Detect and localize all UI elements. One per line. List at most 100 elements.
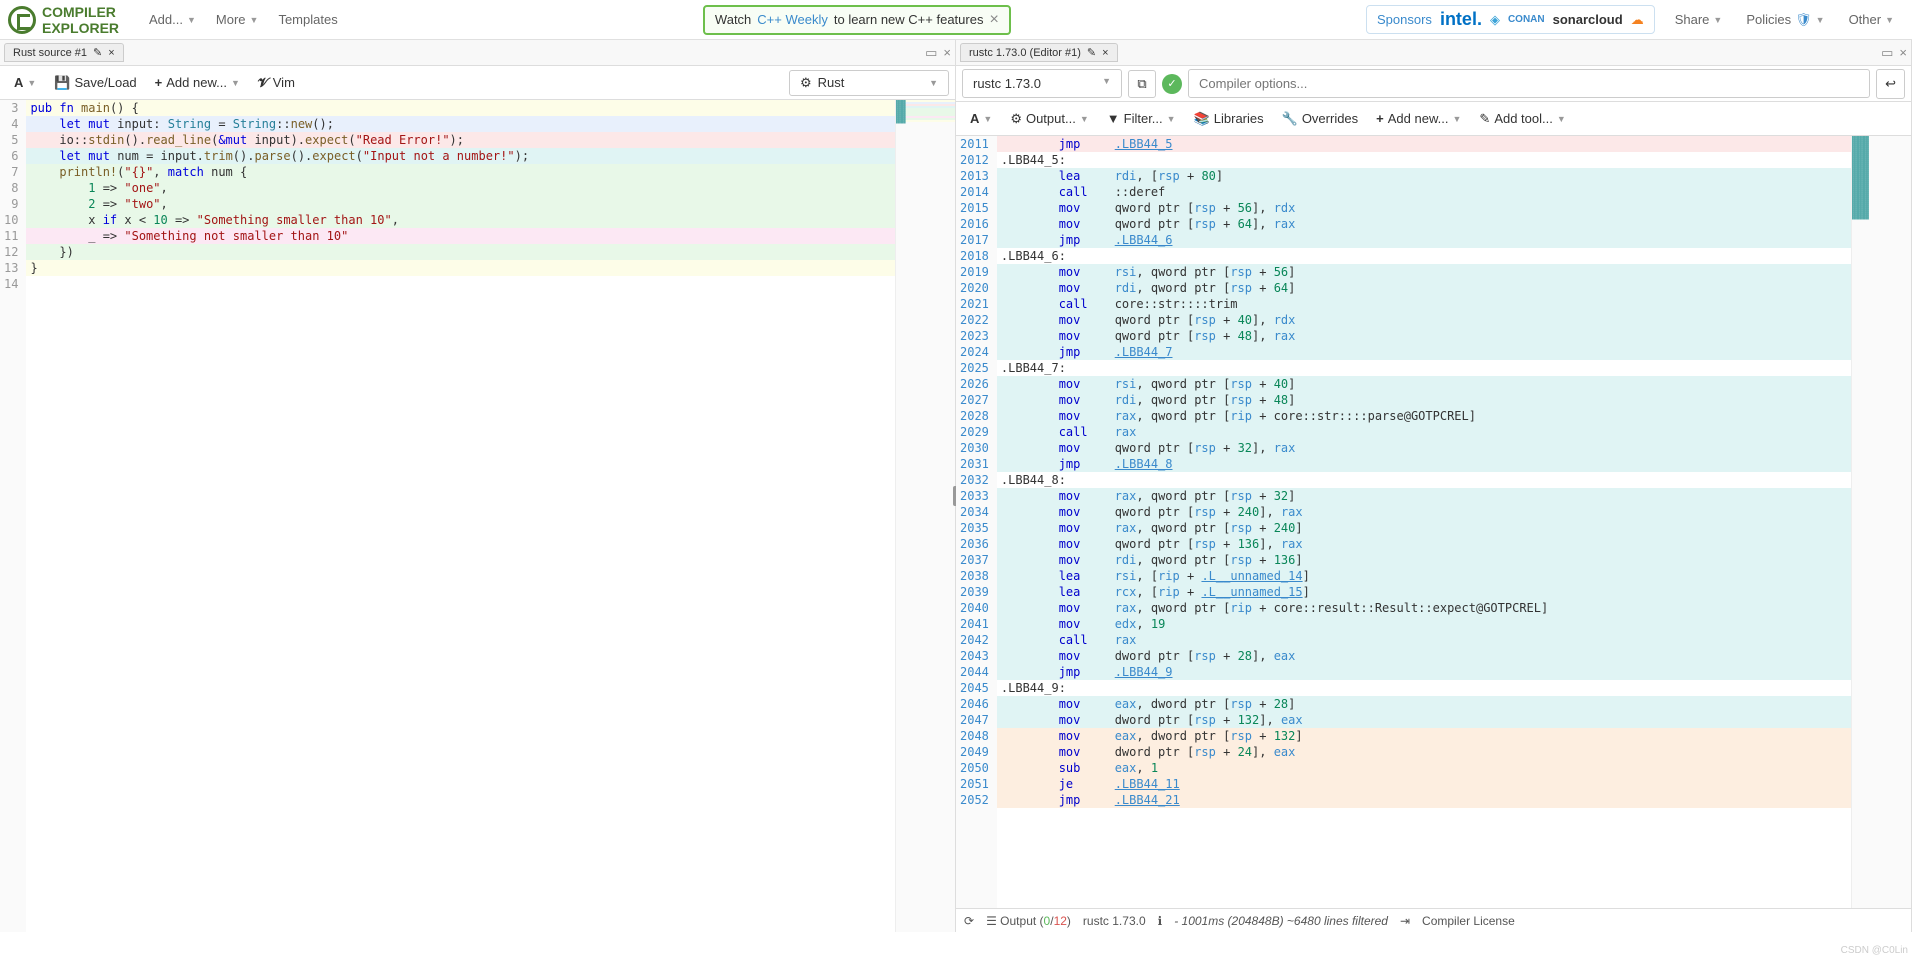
chevron-down-icon: ▼ (1102, 76, 1111, 86)
chevron-down-icon: ▼ (27, 78, 36, 88)
tab-source[interactable]: Rust source #1 ✎ × (4, 43, 124, 62)
wrap-button[interactable]: ↩ (1876, 69, 1905, 99)
nav-other[interactable]: Other▼ (1839, 6, 1904, 33)
compiler-toolbar: A▼ ⚙Output...▼ ▼Filter...▼ 📚Libraries 🔧O… (956, 102, 1911, 136)
line-gutter: 34567891011121314 (0, 100, 26, 932)
compiler-options-input[interactable] (1188, 69, 1870, 98)
source-pane: Rust source #1 ✎ × ▭ × A▼ 💾Save/Load +Ad… (0, 40, 956, 932)
status-compiler: rustc 1.73.0 (1083, 914, 1146, 928)
cube-icon: ◈ (1490, 12, 1500, 28)
logo[interactable]: COMPILER EXPLORER (8, 4, 119, 36)
chevron-down-icon: ▼ (1452, 114, 1461, 124)
wrench-icon: 🔧 (1282, 111, 1298, 127)
status-timing: - 1001ms (204848B) ~6480 lines filtered (1174, 914, 1388, 928)
chevron-down-icon: ▼ (929, 78, 938, 88)
chevron-down-icon: ▼ (983, 114, 992, 124)
minimap[interactable]: ████████████████████████████████████████… (1851, 136, 1911, 908)
nav-templates[interactable]: Templates (268, 6, 347, 33)
watermark: CSDN @C0Lin (1841, 945, 1908, 956)
chevron-down-icon: ▼ (1167, 114, 1176, 124)
chevron-down-icon: ▼ (1713, 15, 1722, 25)
code-area[interactable]: pub fn main() { let mut input: String = … (26, 100, 895, 932)
sponsor-sonarcloud: sonarcloud (1553, 12, 1623, 27)
cloud-icon: ☁ (1631, 12, 1644, 28)
sponsor-intel: intel. (1440, 9, 1482, 30)
addnew-button[interactable]: +Add new...▼ (147, 71, 248, 94)
gear-icon: ⚙ (1010, 111, 1022, 127)
logo-icon (8, 6, 36, 34)
banner-link[interactable]: C++ Weekly (757, 12, 828, 27)
tab-compiler[interactable]: rustc 1.73.0 (Editor #1) ✎ × (960, 43, 1118, 62)
maximize-icon[interactable]: ▭ (925, 45, 937, 61)
output-toggle[interactable]: ☰ Output (0/12) (986, 914, 1071, 928)
nav-add[interactable]: Add...▼ (139, 6, 206, 33)
chevron-down-icon: ▼ (250, 15, 259, 25)
source-tabs: Rust source #1 ✎ × ▭ × (0, 40, 955, 66)
close-icon[interactable]: × (108, 47, 114, 59)
book-icon: 📚 (1194, 111, 1210, 127)
overrides-button[interactable]: 🔧Overrides (1274, 107, 1367, 131)
tab-label: Rust source #1 (13, 47, 87, 59)
status-bar: ⟳ ☰ Output (0/12) rustc 1.73.0 ℹ - 1001m… (956, 908, 1911, 932)
nav-policies[interactable]: Policies🛡▼ (1736, 6, 1834, 34)
pencil-icon: ✎ (1479, 111, 1490, 127)
font-button[interactable]: A▼ (6, 71, 44, 94)
output-button[interactable]: ⚙Output...▼ (1002, 107, 1096, 131)
close-icon[interactable]: × (1102, 47, 1108, 59)
source-toolbar: A▼ 💾Save/Load +Add new...▼ 𝓥Vim ⚙ Rust ▼ (0, 66, 955, 100)
source-editor[interactable]: 34567891011121314 pub fn main() { let mu… (0, 100, 955, 932)
shield-icon: 🛡 (1795, 12, 1812, 28)
compiler-license[interactable]: Compiler License (1422, 914, 1515, 928)
indent-icon[interactable]: ⇥ (1400, 914, 1410, 928)
addnew-button[interactable]: +Add new...▼ (1368, 107, 1469, 130)
line-gutter: 2011201220132014201520162017201820192020… (956, 136, 997, 908)
code-area[interactable]: jmp.LBB44_5.LBB44_5: leardi, [rsp + 80] … (997, 136, 1851, 908)
nav-more[interactable]: More▼ (206, 6, 269, 33)
language-select[interactable]: ⚙ Rust ▼ (789, 70, 949, 96)
main-split: Rust source #1 ✎ × ▭ × A▼ 💾Save/Load +Ad… (0, 40, 1912, 932)
banner-post: to learn new C++ features (834, 12, 984, 27)
close-icon[interactable]: × (989, 11, 998, 29)
addtool-button[interactable]: ✎Add tool...▼ (1471, 107, 1573, 131)
banner-pre: Watch (715, 12, 751, 27)
compiler-select-row: rustc 1.73.0 ▼ ⧉ ✓ ↩ (956, 66, 1911, 102)
compiler-pane: rustc 1.73.0 (Editor #1) ✎ × ▭ × rustc 1… (956, 40, 1912, 932)
info-icon[interactable]: ℹ (1158, 914, 1163, 928)
saveload-button[interactable]: 💾Save/Load (46, 71, 144, 95)
libraries-button[interactable]: 📚Libraries (1186, 107, 1272, 131)
sponsors-box[interactable]: Sponsors intel. ◈ CONAN sonarcloud ☁ (1366, 5, 1655, 34)
chevron-down-icon: ▼ (231, 78, 240, 88)
edit-icon[interactable]: ✎ (93, 46, 102, 59)
vim-button[interactable]: 𝓥Vim (250, 71, 303, 95)
edit-icon[interactable]: ✎ (1087, 46, 1096, 59)
chevron-down-icon: ▼ (187, 15, 196, 25)
chevron-down-icon: ▼ (1816, 15, 1825, 25)
popout-icon[interactable]: ⧉ (1128, 70, 1156, 98)
minimap[interactable]: ████████████████████████████████████████… (895, 100, 955, 932)
chevron-down-icon: ▼ (1885, 15, 1894, 25)
logo-text-bottom: EXPLORER (42, 20, 119, 36)
logo-text-top: COMPILER (42, 4, 119, 20)
refresh-icon[interactable]: ⟳ (964, 914, 974, 928)
funnel-icon: ▼ (1107, 111, 1120, 126)
top-nav: COMPILER EXPLORER Add...▼ More▼ Template… (0, 0, 1912, 40)
chevron-down-icon: ▼ (1080, 114, 1089, 124)
asm-editor[interactable]: 2011201220132014201520162017201820192020… (956, 136, 1911, 932)
filter-button[interactable]: ▼Filter...▼ (1099, 107, 1184, 130)
close-icon[interactable]: × (1899, 45, 1907, 61)
rust-icon: ⚙ (800, 75, 812, 91)
language-label: Rust (818, 75, 845, 90)
list-icon: ☰ (986, 914, 997, 928)
sponsors-label: Sponsors (1377, 12, 1432, 27)
font-button[interactable]: A▼ (962, 107, 1000, 130)
close-icon[interactable]: × (943, 45, 951, 61)
sponsor-conan: CONAN (1508, 14, 1545, 25)
compiler-tabs: rustc 1.73.0 (Editor #1) ✎ × ▭ × (956, 40, 1911, 66)
compiler-select[interactable]: rustc 1.73.0 ▼ (962, 69, 1122, 98)
banner: Watch C++ Weekly to learn new C++ featur… (703, 5, 1011, 35)
nav-share[interactable]: Share▼ (1665, 6, 1733, 33)
tab-label: rustc 1.73.0 (Editor #1) (969, 47, 1081, 59)
chevron-down-icon: ▼ (1557, 114, 1566, 124)
maximize-icon[interactable]: ▭ (1881, 45, 1893, 61)
status-ok-icon[interactable]: ✓ (1162, 74, 1182, 94)
